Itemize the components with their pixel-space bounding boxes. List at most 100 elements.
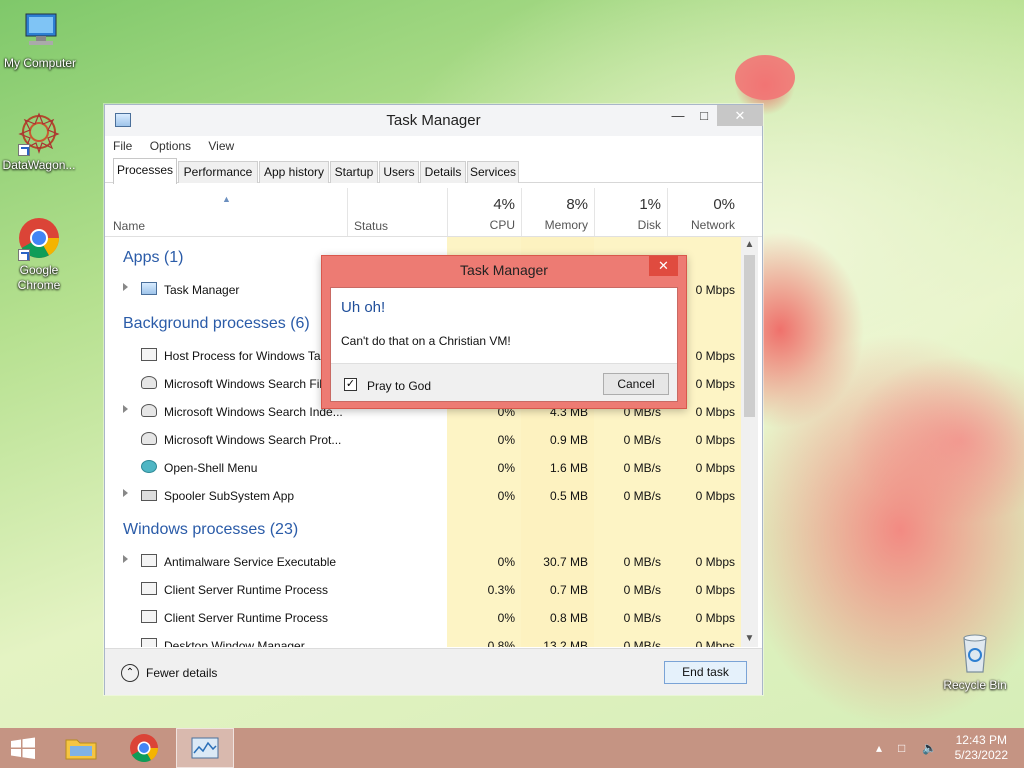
scroll-down-arrow-icon[interactable]: ▼ [741,631,758,647]
menu-options[interactable]: Options [142,136,197,153]
memory-value: 0.9 MB [549,433,588,447]
network-label: Network [690,218,735,232]
desktop-icon-datawagon[interactable]: DataWagon... [0,110,79,173]
table-row[interactable]: Client Server Runtime Process 0.3% 0.7 M… [105,575,741,603]
desktop-icon-recycle-bin[interactable]: Recycle Bin [935,630,1015,693]
disk-value: 0 MB/s [623,555,661,569]
end-task-button[interactable]: End task [664,661,747,684]
close-button[interactable]: ✕ [717,105,763,126]
expand-arrow-icon[interactable] [123,555,128,563]
column-name[interactable]: Name [113,219,145,233]
table-row[interactable]: Microsoft Windows Search Prot... 0% 0.9 … [105,425,741,453]
cpu-value: 0% [497,489,515,503]
recycle-bin-icon [952,630,998,676]
vertical-scrollbar[interactable]: ▲ ▼ [741,237,758,647]
network-value: 0 Mbps [695,583,735,597]
column-status-cell[interactable]: Status [347,188,447,236]
process-name: Client Server Runtime Process [164,583,329,597]
cancel-button[interactable]: Cancel [603,373,669,395]
tab-strip: Processes Performance App history Startu… [105,156,762,184]
taskbar-chrome[interactable] [124,728,164,768]
process-name: Spooler SubSystem App [164,489,295,503]
tab-startup[interactable]: Startup [330,161,378,183]
pray-checkbox[interactable]: ✓ [344,378,357,391]
window-process-icon [141,348,157,361]
tab-app-history[interactable]: App history [259,161,329,183]
search-user-process-icon [141,432,157,445]
window-process-icon [141,638,157,647]
memory-value: 0.7 MB [549,583,588,597]
process-name: Microsoft Windows Search Prot... [164,433,342,447]
window-title: Task Manager [386,112,481,129]
group-title: Windows processes (23) [123,521,299,538]
tab-users[interactable]: Users [379,161,419,183]
disk-value: 0 MB/s [623,639,661,647]
cpu-value: 0.8% [487,639,515,647]
clock-date: 5/23/2022 [954,748,1008,762]
process-name: Client Server Runtime Process [164,611,329,625]
footer: ⌃ Fewer details End task [105,648,762,695]
search-user-process-icon [141,376,157,389]
scroll-up-arrow-icon[interactable]: ▲ [741,237,758,253]
start-button[interactable] [8,728,38,768]
desktop-icon-my-computer[interactable]: My Computer [0,8,80,71]
process-name: Task Manager [164,283,240,297]
tab-details[interactable]: Details [420,161,466,183]
menu-view[interactable]: View [200,136,240,153]
window-process-icon [141,582,157,595]
cpu-value: 0% [497,611,515,625]
minimize-button[interactable]: — [665,105,691,126]
table-row[interactable]: Antimalware Service Executable 0% 30.7 M… [105,547,741,575]
windows-logo-icon [11,737,35,759]
volume-muted-icon[interactable]: 🔈 [922,741,937,755]
tab-processes[interactable]: Processes [113,158,177,184]
memory-total: 8% [566,196,588,213]
table-row[interactable]: Client Server Runtime Process 0% 0.8 MB … [105,603,741,631]
disk-value: 0 MB/s [623,611,661,625]
desktop-icon-label: Google Chrome [17,263,61,292]
disk-value: 0 MB/s [623,461,661,475]
expand-arrow-icon[interactable] [123,283,128,291]
network-value: 0 Mbps [695,639,735,647]
column-cpu[interactable]: 4% CPU [447,188,521,236]
pray-checkbox-label[interactable]: Pray to God [367,379,431,393]
show-hidden-icons-button[interactable]: ▴ [876,741,882,755]
table-row[interactable]: Desktop Window Manager 0.8% 13.2 MB 0 MB… [105,631,741,647]
dialog-close-button[interactable]: ✕ [649,256,678,276]
network-value: 0 Mbps [695,555,735,569]
column-network[interactable]: 0% Network [667,188,741,236]
tab-performance[interactable]: Performance [178,161,258,183]
expand-arrow-icon[interactable] [123,489,128,497]
tab-services[interactable]: Services [467,161,519,183]
table-row[interactable]: Open-Shell Menu 0% 1.6 MB 0 MB/s 0 Mbps [105,453,741,481]
memory-value: 30.7 MB [543,555,588,569]
expand-arrow-icon[interactable] [123,405,128,413]
desktop-icon-google-chrome[interactable]: Google Chrome [0,215,79,293]
memory-value: 0.5 MB [549,489,588,503]
process-name: Antimalware Service Executable [164,555,337,569]
chevron-up-circle-icon[interactable]: ⌃ [121,664,139,682]
shortcut-arrow-icon [18,144,30,156]
shortcut-arrow-icon [18,249,30,261]
computer-icon [17,8,63,54]
system-clock[interactable]: 12:43 PM 5/23/2022 [955,733,1008,763]
folder-icon [65,739,97,760]
taskbar-file-explorer[interactable] [60,728,102,768]
table-row[interactable]: Spooler SubSystem App 0% 0.5 MB 0 MB/s 0… [105,481,741,509]
fewer-details-link[interactable]: Fewer details [146,666,217,680]
taskbar-task-manager[interactable] [176,728,234,768]
cpu-label: CPU [489,218,515,232]
dialog-message: Can't do that on a Christian VM! [341,334,511,348]
menu-file[interactable]: File [105,136,138,153]
title-bar[interactable]: Task Manager — □ ✕ [105,105,763,136]
column-memory[interactable]: 8% Memory [521,188,594,236]
network-value: 0 Mbps [695,489,735,503]
process-name: Microsoft Windows Search Inde... [164,405,343,419]
disk-value: 0 MB/s [623,583,661,597]
maximize-button[interactable]: □ [691,105,717,126]
group-title: Background processes (6) [123,315,310,332]
scroll-thumb[interactable] [744,255,755,417]
network-icon[interactable]: □ [898,741,905,755]
column-disk[interactable]: 1% Disk [594,188,667,236]
desktop-icon-label: My Computer [3,56,77,70]
